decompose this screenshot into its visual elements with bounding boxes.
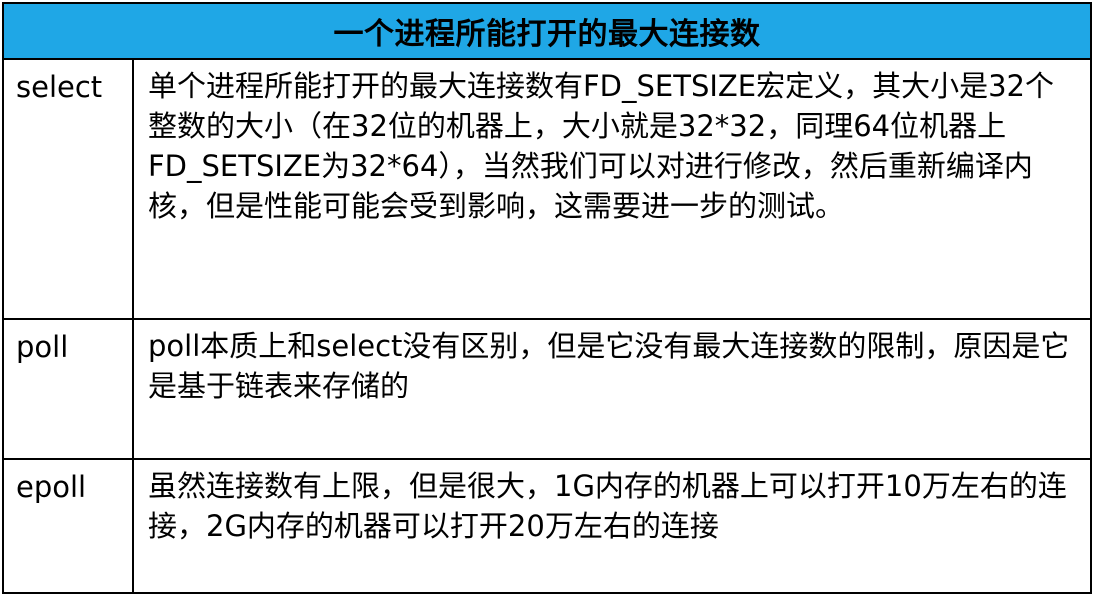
comparison-table: 一个进程所能打开的最大连接数 select 单个进程所能打开的最大连接数有FD_…: [2, 2, 1092, 594]
row-text-poll: poll本质上和select没有区别，但是它没有最大连接数的限制，原因是它是基于…: [134, 320, 1090, 460]
row-label-epoll: epoll: [4, 460, 134, 592]
table-header: 一个进程所能打开的最大连接数: [4, 4, 1090, 60]
row-text-select: 单个进程所能打开的最大连接数有FD_SETSIZE宏定义，其大小是32个整数的大…: [134, 60, 1090, 320]
row-text-epoll: 虽然连接数有上限，但是很大，1G内存的机器上可以打开10万左右的连接，2G内存的…: [148, 469, 1067, 543]
row-label-select: select: [4, 60, 134, 320]
row-label-poll: poll: [4, 320, 134, 460]
